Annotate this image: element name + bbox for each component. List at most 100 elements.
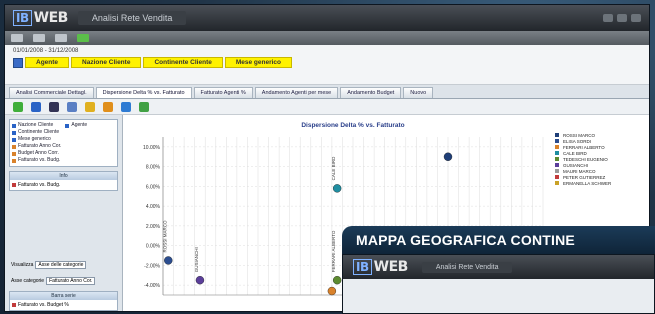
dimension-item[interactable]: Mese generico [12, 136, 61, 143]
visualizza-label: Visualizza [11, 262, 34, 268]
series-bar-header: Barra serie [10, 292, 117, 300]
chart-type-icon[interactable] [67, 101, 77, 112]
overlay-app-title: Analisi Rete Vendita [421, 261, 513, 273]
y-tick-label: 6.00% [146, 184, 161, 190]
logo-text: WEB [33, 10, 69, 26]
overlay-title-bar: IB WEB Analisi Rete Vendita [343, 255, 654, 279]
chart-toolbar [5, 99, 649, 115]
date-range: 01/01/2008 - 31/12/2008 [13, 48, 79, 54]
overlay-app-window: IB WEB Analisi Rete Vendita [342, 254, 655, 314]
visualizza-select[interactable]: Asse delle categorie [35, 261, 87, 269]
menu-icon-2[interactable] [33, 34, 45, 42]
menu-icon-3[interactable] [55, 34, 67, 42]
tab-dispersione[interactable]: Dispersione Delta % vs. Fatturato [95, 87, 192, 98]
dimension-item[interactable]: Budget Anno Corr. [12, 150, 61, 157]
legend-entry: ELISA SORDI [563, 139, 591, 144]
info-box: Info Fatturato vs. Budg. [9, 171, 118, 191]
tab-andamento-agenti[interactable]: Andamento Agenti per mese [254, 87, 339, 98]
filter-chip[interactable]: Agente [25, 57, 70, 68]
y-tick-label: -4.00% [144, 283, 160, 289]
visualizza-row: Visualizza Asse delle categorie [9, 259, 118, 271]
tab-analisi[interactable]: Analisi Commerciale Dettagl. [9, 87, 94, 98]
asse-row: Asse categorie Fatturato Anno Cor. [9, 275, 118, 287]
legend-swatch [555, 145, 559, 149]
legend-entry: CALE BIRD [563, 151, 588, 156]
star-icon[interactable] [103, 101, 113, 112]
minimize-icon[interactable] [603, 14, 613, 22]
refresh-icon[interactable] [77, 34, 89, 42]
legend-swatch [555, 181, 559, 185]
legend-entry: FERRARI ALBERTO [563, 145, 605, 150]
legend-swatch [555, 169, 559, 173]
tab-nuovo[interactable]: Nuovo [403, 87, 434, 98]
filter-chip[interactable]: Continente Cliente [143, 57, 223, 68]
y-tick-label: 8.00% [146, 165, 161, 171]
dimension-item[interactable]: Fatturato vs. Budg. [12, 157, 61, 164]
point-label: ROSSI MARCO [162, 220, 167, 253]
arrow-icon[interactable] [121, 101, 131, 112]
chart-title: Dispersione Delta % vs. Fatturato [301, 122, 404, 129]
legend-swatch [555, 133, 559, 137]
tab-andamento-budget[interactable]: Andamento Budget [340, 87, 402, 98]
dimension-item[interactable]: Fatturato Anno Cor. [12, 143, 61, 150]
filter-chip[interactable]: Mese generico [224, 57, 293, 68]
logo-ib: IB [13, 10, 32, 26]
menu-icon-1[interactable] [11, 34, 23, 42]
tab-fatturato[interactable]: Fatturato Agenti % [193, 87, 253, 98]
y-tick-label: 4.00% [146, 204, 161, 210]
category-item[interactable]: Agente [65, 122, 87, 129]
category-list: Agente [65, 122, 87, 164]
point-label: GUSIANCHI [194, 247, 199, 272]
left-panel: Nazione Cliente Continente Cliente Mese … [5, 115, 123, 311]
legend-entry: MAURI MARCO [563, 169, 596, 174]
overlay-logo: IB WEB [353, 259, 408, 275]
y-tick-label: 2.00% [146, 224, 161, 230]
y-tick-label: 10.00% [143, 145, 161, 151]
data-point [332, 275, 342, 285]
add-icon[interactable] [13, 101, 23, 112]
edit-icon[interactable] [31, 101, 41, 112]
menu-bar [5, 31, 649, 45]
filter-header: 01/01/2008 - 31/12/2008 Agente Nazione C… [5, 45, 649, 85]
dimension-item[interactable]: Nazione Cliente [12, 122, 61, 129]
legend-swatch [555, 175, 559, 179]
asse-select[interactable]: Fatturato Anno Cor. [46, 277, 96, 285]
filter-icon[interactable] [13, 57, 23, 68]
asse-label: Asse categorie [11, 278, 45, 284]
legend-entry: GUSIANCHI [563, 163, 588, 168]
legend-swatch [555, 139, 559, 143]
report-tabs: Analisi Commerciale Dettagl. Dispersione… [5, 85, 649, 99]
point-label: CALE BIRD [331, 156, 336, 181]
data-point [195, 275, 205, 285]
legend-swatch [555, 157, 559, 161]
maximize-icon[interactable] [617, 14, 627, 22]
title-bar: IB WEB Analisi Rete Vendita [5, 5, 649, 31]
y-tick-label: 0.00% [146, 244, 161, 250]
legend-entry: TEDESCHI EUGENIO [563, 157, 608, 162]
app-logo: IB WEB [13, 10, 68, 26]
point-label: FERRARI ALBERTO [331, 230, 336, 272]
data-point [164, 256, 173, 265]
reload-icon[interactable] [139, 101, 149, 112]
info-header: Info [10, 172, 117, 180]
legend-swatch [555, 163, 559, 167]
dimensions-box: Nazione Cliente Continente Cliente Mese … [9, 119, 118, 167]
legend-swatch [555, 151, 559, 155]
series-bar-item[interactable]: Fatturato vs. Budget % [18, 302, 69, 308]
data-point [443, 152, 453, 161]
window-controls [603, 14, 641, 22]
filter-chip[interactable]: Nazione Cliente [71, 57, 142, 68]
close-icon[interactable] [631, 14, 641, 22]
dimension-item[interactable]: Continente Cliente [12, 129, 61, 136]
filter-chips: Agente Nazione Cliente Continente Client… [13, 57, 641, 68]
pencil-icon[interactable] [49, 101, 59, 112]
legend-entry: ROSSI MARCO [563, 133, 596, 138]
filter-funnel-icon[interactable] [85, 101, 95, 112]
screenshot-stage: IB WEB Analisi Rete Vendita 01/01/2008 - … [0, 0, 655, 314]
info-item[interactable]: Fatturato vs. Budg. [18, 182, 60, 188]
dimension-list: Nazione Cliente Continente Cliente Mese … [12, 122, 61, 164]
data-point [327, 286, 337, 296]
legend-entry: ERMANELLA SCHWER [563, 181, 612, 186]
app-title: Analisi Rete Vendita [77, 11, 187, 25]
overlay-banner: MAPPA GEOGRAFICA CONTINE [342, 226, 655, 254]
